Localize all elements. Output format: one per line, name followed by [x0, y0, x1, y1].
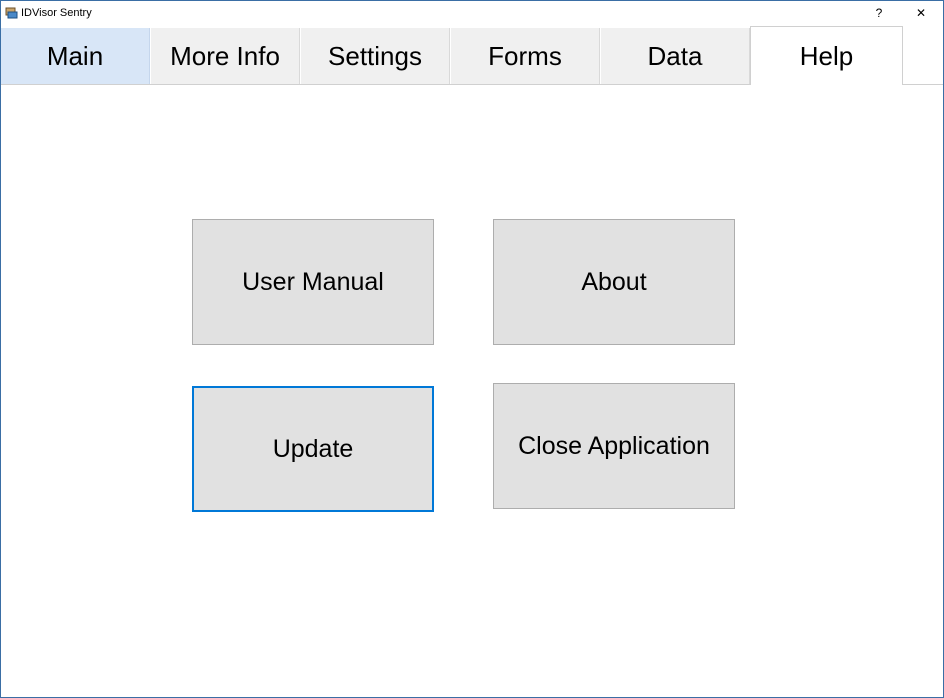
tab-more-info[interactable]: More Info: [151, 28, 300, 84]
app-icon: [5, 7, 18, 19]
title-bar[interactable]: IDVisor Sentry ? ✕: [1, 1, 943, 25]
update-button[interactable]: Update: [192, 386, 434, 512]
help-button[interactable]: ?: [859, 1, 899, 25]
app-window: IDVisor Sentry ? ✕ Main More Info Settin…: [0, 0, 944, 698]
tab-help[interactable]: Help: [750, 26, 903, 85]
tab-main[interactable]: Main: [1, 28, 150, 84]
about-button[interactable]: About: [493, 219, 735, 345]
tab-forms[interactable]: Forms: [451, 28, 600, 84]
close-window-button[interactable]: ✕: [901, 1, 941, 25]
user-manual-button[interactable]: User Manual: [192, 219, 434, 345]
window-title: IDVisor Sentry: [21, 7, 92, 19]
close-application-button[interactable]: Close Application: [493, 383, 735, 509]
tab-data[interactable]: Data: [601, 28, 750, 84]
tab-settings[interactable]: Settings: [301, 28, 450, 84]
